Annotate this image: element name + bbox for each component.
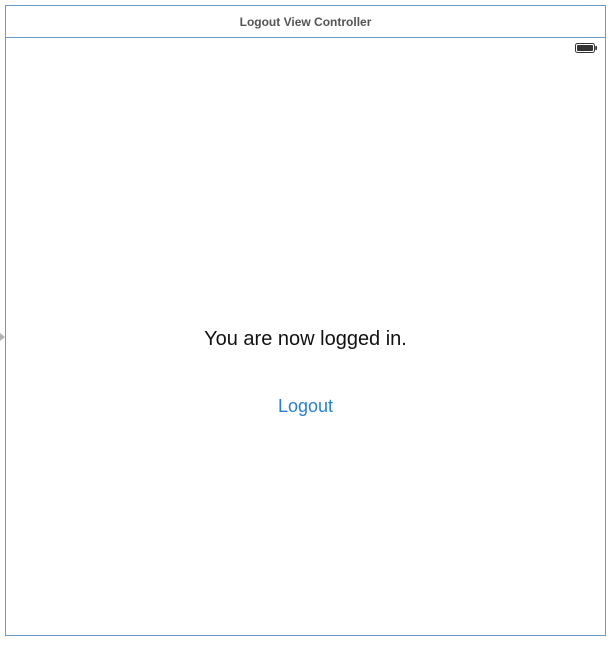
scene-title-bar[interactable]: Logout View Controller (6, 6, 605, 38)
scene-title: Logout View Controller (239, 14, 372, 29)
logout-button[interactable]: Logout (6, 396, 605, 417)
status-bar (6, 38, 605, 58)
battery-icon (575, 43, 597, 53)
storyboard-canvas: Logout View Controller You are now logge… (0, 0, 614, 646)
view-controller-scene[interactable]: Logout View Controller You are now logge… (5, 5, 606, 636)
logged-in-message: You are now logged in. (204, 328, 407, 350)
